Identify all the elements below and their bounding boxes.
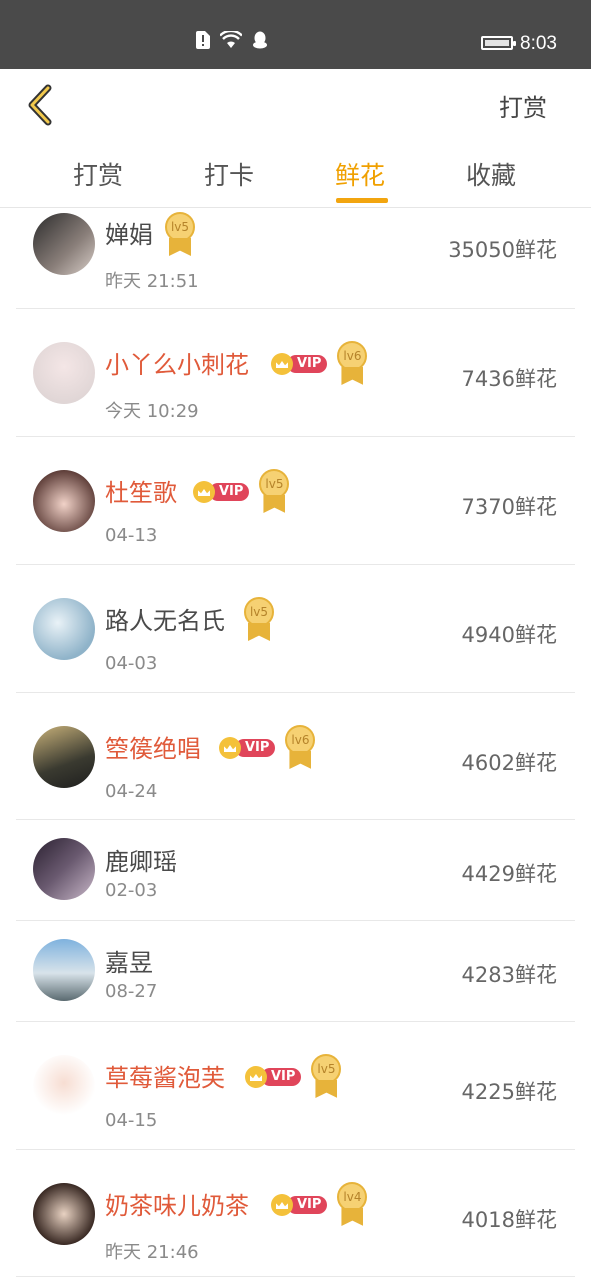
flower-count: 35050鲜花: [448, 238, 557, 262]
crown-icon: [271, 353, 293, 375]
crown-icon: [271, 1194, 293, 1216]
vip-badge: VIP: [245, 1066, 302, 1088]
crown-icon: [245, 1066, 267, 1088]
back-button[interactable]: [22, 82, 62, 128]
flower-count: 7436鲜花: [461, 367, 557, 391]
flower-count: 4940鲜花: [461, 623, 557, 647]
badges: VIP lv5: [193, 469, 291, 515]
clock: 8:03: [520, 33, 557, 54]
status-bar: 8:03: [0, 0, 591, 69]
flower-count: 4018鲜花: [461, 1208, 557, 1232]
sim-alert-icon: [196, 31, 210, 49]
avatar[interactable]: [33, 342, 95, 404]
date: 04-24: [105, 781, 158, 802]
user-name[interactable]: 箜篌绝唱: [105, 729, 201, 764]
date: 04-13: [105, 525, 158, 546]
flower-count: 4602鲜花: [461, 751, 557, 775]
avatar[interactable]: [33, 1055, 95, 1117]
user-name[interactable]: 鹿卿瑶: [105, 842, 177, 877]
date: 02-03: [105, 880, 158, 901]
list-item[interactable]: 嘉昱 08-27 4283鲜花: [16, 921, 575, 1022]
avatar[interactable]: [33, 726, 95, 788]
user-name[interactable]: 小丫么小刺花: [105, 345, 249, 380]
avatar[interactable]: [33, 598, 95, 660]
date: 昨天 21:46: [105, 1242, 199, 1263]
list-item[interactable]: 奶茶味儿奶茶 VIP lv4 昨天 21:46 4018鲜花: [16, 1150, 575, 1277]
date: 04-15: [105, 1110, 158, 1131]
tab-flowers[interactable]: 鲜花: [335, 156, 385, 192]
level-badge-icon: lv5: [242, 597, 276, 643]
level-badge-icon: lv4: [335, 1182, 369, 1228]
level-badge-icon: lv6: [335, 341, 369, 387]
badges: VIP lv4: [271, 1182, 369, 1228]
list-item[interactable]: 鹿卿瑶 02-03 4429鲜花: [16, 820, 575, 921]
level-badge-icon: lv5: [163, 212, 197, 258]
wifi-icon: [220, 31, 242, 48]
avatar[interactable]: [33, 838, 95, 900]
list-item[interactable]: 草莓酱泡芙 VIP lv5 04-15 4225鲜花: [16, 1022, 575, 1150]
level-badge-icon: lv5: [309, 1054, 343, 1100]
avatar[interactable]: [33, 1183, 95, 1245]
user-name[interactable]: 婵娟: [105, 215, 153, 250]
reward-button[interactable]: 打赏: [499, 88, 547, 123]
crown-icon: [219, 737, 241, 759]
tab-active-indicator: [336, 198, 388, 203]
badges: VIP lv6: [271, 341, 369, 387]
flower-count: 4429鲜花: [461, 862, 557, 886]
badges: lv5: [163, 212, 197, 258]
crown-icon: [193, 481, 215, 503]
badges: VIP lv5: [245, 1054, 343, 1100]
badges: lv5: [242, 597, 276, 643]
list-item[interactable]: 小丫么小刺花 VIP lv6 今天 10:29 7436鲜花: [16, 309, 575, 437]
user-name[interactable]: 奶茶味儿奶茶: [105, 1186, 249, 1221]
flower-ranking-list: 婵娟 lv5 昨天 21:51 35050鲜花 小丫么小刺花 VIP lv6 今…: [0, 208, 591, 1280]
date: 04-03: [105, 653, 158, 674]
tab-favorites[interactable]: 收藏: [466, 156, 516, 192]
user-name[interactable]: 嘉昱: [105, 943, 153, 978]
status-icons: [196, 31, 268, 49]
user-name[interactable]: 路人无名氏: [105, 601, 225, 636]
flower-count: 7370鲜花: [461, 495, 557, 519]
vip-badge: VIP: [271, 1194, 328, 1216]
list-item[interactable]: 杜笙歌 VIP lv5 04-13 7370鲜花: [16, 437, 575, 565]
avatar[interactable]: [33, 939, 95, 1001]
user-name[interactable]: 杜笙歌: [105, 473, 177, 508]
tab-checkin[interactable]: 打卡: [204, 156, 254, 192]
vip-badge: VIP: [219, 737, 276, 759]
chevron-left-icon: [28, 84, 52, 126]
avatar[interactable]: [33, 470, 95, 532]
level-badge-icon: lv6: [283, 725, 317, 771]
battery-icon: [481, 36, 516, 50]
date: 昨天 21:51: [105, 271, 199, 292]
date: 今天 10:29: [105, 401, 199, 422]
flower-count: 4283鲜花: [461, 963, 557, 987]
vip-badge: VIP: [271, 353, 328, 375]
date: 08-27: [105, 981, 158, 1002]
list-item[interactable]: 路人无名氏 lv5 04-03 4940鲜花: [16, 565, 575, 693]
list-item[interactable]: 婵娟 lv5 昨天 21:51 35050鲜花: [16, 208, 575, 309]
qq-icon: [253, 31, 267, 49]
badges: VIP lv6: [219, 725, 317, 771]
list-item[interactable]: 箜篌绝唱 VIP lv6 04-24 4602鲜花: [16, 693, 575, 820]
flower-count: 4225鲜花: [461, 1080, 557, 1104]
user-name[interactable]: 草莓酱泡芙: [105, 1058, 225, 1093]
tab-reward[interactable]: 打赏: [73, 156, 123, 192]
level-badge-icon: lv5: [257, 469, 291, 515]
vip-badge: VIP: [193, 481, 250, 503]
avatar[interactable]: [33, 213, 95, 275]
